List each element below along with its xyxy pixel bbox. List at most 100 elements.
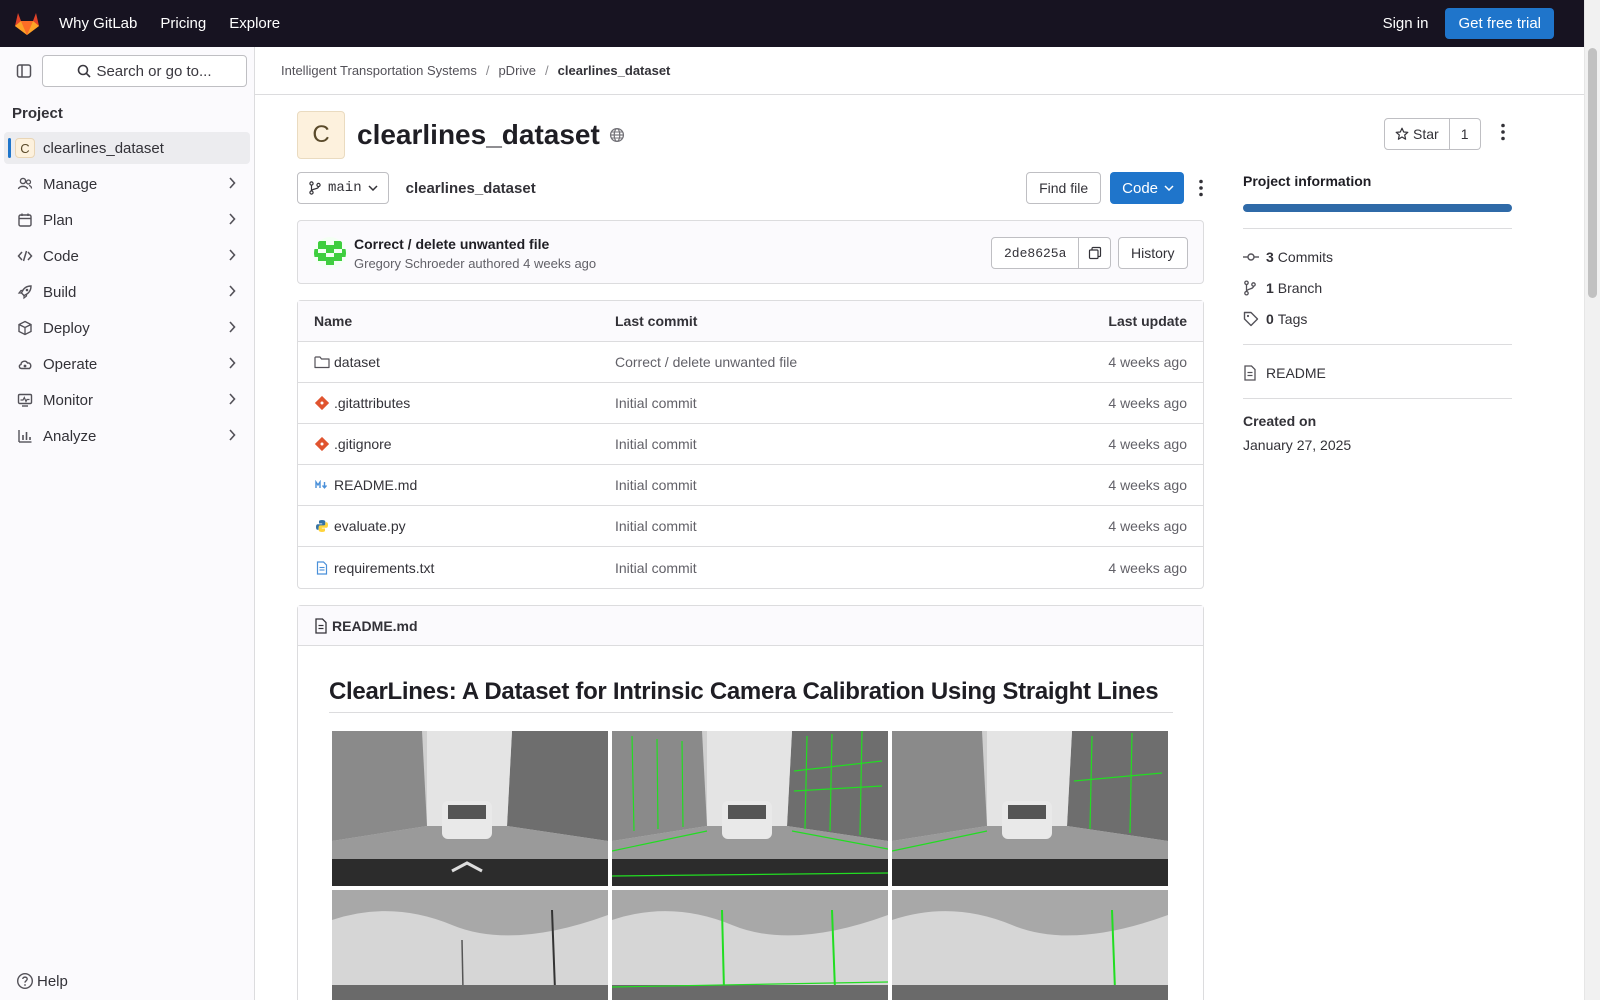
file-last-commit[interactable]: Initial commit [599,395,1039,411]
star-group: Star 1 [1384,118,1481,150]
project-information-title: Project information [1243,173,1372,189]
chevron-right-icon [229,429,236,441]
file-last-commit[interactable]: Initial commit [599,436,1039,452]
table-row[interactable]: .gitignore Initial commit 4 weeks ago [298,424,1203,465]
code-button-label: Code [1122,179,1158,197]
deployments-icon [16,319,34,337]
chevron-down-icon [368,185,378,191]
top-navbar: Why GitLab Pricing Explore Sign in Get f… [0,0,1584,47]
chevron-down-icon [1164,185,1174,191]
readme-title: ClearLines: A Dataset for Intrinsic Came… [329,678,1173,713]
chevron-right-icon [229,393,236,405]
last-commit-panel: Correct / delete unwanted file Gregory S… [297,220,1204,284]
cloud-icon [16,355,34,373]
turbine-image-original [332,890,608,1000]
repository-path[interactable]: clearlines_dataset [406,180,536,197]
table-row[interactable]: README.md Initial commit 4 weeks ago [298,465,1203,506]
branch-label: Branch [1277,279,1323,296]
users-icon [16,175,34,193]
sidebar-item-build[interactable]: Build [0,274,254,310]
free-trial-button[interactable]: Get free trial [1445,8,1554,39]
column-header-name: Name [314,313,353,329]
sidebar-item-label: Build [43,283,77,301]
document-icon [314,560,330,576]
code-dropdown-button[interactable]: Code [1110,172,1184,204]
file-name[interactable]: requirements.txt [334,560,434,576]
search-button[interactable]: Search or go to... [42,55,247,87]
sidebar-toggle-icon[interactable] [12,59,36,83]
commit-author[interactable]: Gregory Schroeder [354,256,465,271]
repository-actions-kebab-icon[interactable] [1198,179,1204,197]
readme-link[interactable]: README [1243,357,1512,388]
chevron-right-icon [229,249,236,261]
commit-title[interactable]: Correct / delete unwanted file [354,236,549,252]
file-last-commit[interactable]: Initial commit [599,477,1039,493]
branch-selector[interactable]: main [297,172,389,204]
readme-header: README.md [298,606,1203,646]
help-button[interactable]: Help [16,972,68,990]
turbine-image-lines [612,890,888,1000]
gitlab-logo-icon[interactable] [0,0,54,47]
sidebar-item-deploy[interactable]: Deploy [0,310,254,346]
table-row[interactable]: evaluate.py Initial commit 4 weeks ago [298,506,1203,547]
file-name[interactable]: .gitignore [334,436,392,452]
branch-icon [1243,279,1259,296]
git-icon [314,395,330,411]
star-label: Star [1413,126,1439,142]
breadcrumb-project[interactable]: clearlines_dataset [558,63,671,78]
commit-time: 4 weeks ago [523,256,597,271]
sidebar-item-analyze[interactable]: Analyze [0,418,254,454]
branch-count: 1 [1266,279,1274,296]
tags-link[interactable]: 0 Tags [1243,303,1512,334]
breadcrumb: Intelligent Transportation Systems / pDr… [255,47,1584,95]
table-row[interactable]: requirements.txt Initial commit 4 weeks … [298,547,1203,588]
file-last-update: 4 weeks ago [1108,477,1187,493]
file-name[interactable]: .gitattributes [334,395,410,411]
commits-link[interactable]: 3 Commits [1243,241,1512,272]
breadcrumb-group[interactable]: Intelligent Transportation Systems [281,63,477,78]
sidebar-item-monitor[interactable]: Monitor [0,382,254,418]
tags-count: 0 [1266,310,1274,327]
sidebar-item-label: Operate [43,355,98,373]
created-on-date: January 27, 2025 [1243,437,1352,453]
readme-filename[interactable]: README.md [332,618,418,634]
star-button[interactable]: Star [1384,118,1450,150]
project-header: C clearlines_dataset [297,111,625,159]
commits-label: Commits [1277,248,1334,265]
sidebar-item-plan[interactable]: Plan [0,202,254,238]
nav-pricing[interactable]: Pricing [160,15,206,32]
language-bar[interactable] [1243,204,1512,212]
avatar[interactable] [314,237,346,269]
street-image-original [332,731,608,886]
document-icon [1243,364,1259,381]
file-last-commit[interactable]: Correct / delete unwanted file [599,354,1039,370]
sidebar-project-link[interactable]: C clearlines_dataset [4,132,250,164]
sidebar-item-label: Deploy [43,319,90,337]
file-name[interactable]: README.md [334,477,417,493]
nav-why-gitlab[interactable]: Why GitLab [59,15,137,32]
copy-icon[interactable] [1079,237,1112,269]
file-last-commit[interactable]: Initial commit [599,518,1039,534]
commit-sha[interactable]: 2de8625a [991,237,1080,269]
sidebar-item-manage[interactable]: Manage [0,166,254,202]
sign-in-link[interactable]: Sign in [1383,15,1429,32]
column-header-last-commit: Last commit [615,313,698,329]
sidebar-project-name: clearlines_dataset [43,139,164,157]
file-name[interactable]: evaluate.py [334,518,406,534]
nav-explore[interactable]: Explore [229,15,280,32]
history-button[interactable]: History [1118,237,1188,269]
file-last-update: 4 weeks ago [1108,395,1187,411]
star-count[interactable]: 1 [1449,118,1481,150]
page-scrollbar[interactable] [1584,0,1600,1000]
project-actions-kebab-icon[interactable] [1500,123,1506,144]
file-last-commit[interactable]: Initial commit [599,560,1039,576]
file-name[interactable]: dataset [334,354,380,370]
sidebar-item-code[interactable]: Code [0,238,254,274]
table-row[interactable]: .gitattributes Initial commit 4 weeks ag… [298,383,1203,424]
breadcrumb-subgroup[interactable]: pDrive [498,63,536,78]
find-file-button[interactable]: Find file [1026,172,1102,204]
street-image-lines [612,731,888,886]
table-row[interactable]: dataset Correct / delete unwanted file 4… [298,342,1203,383]
branches-link[interactable]: 1 Branch [1243,272,1512,303]
sidebar-item-operate[interactable]: Operate [0,346,254,382]
